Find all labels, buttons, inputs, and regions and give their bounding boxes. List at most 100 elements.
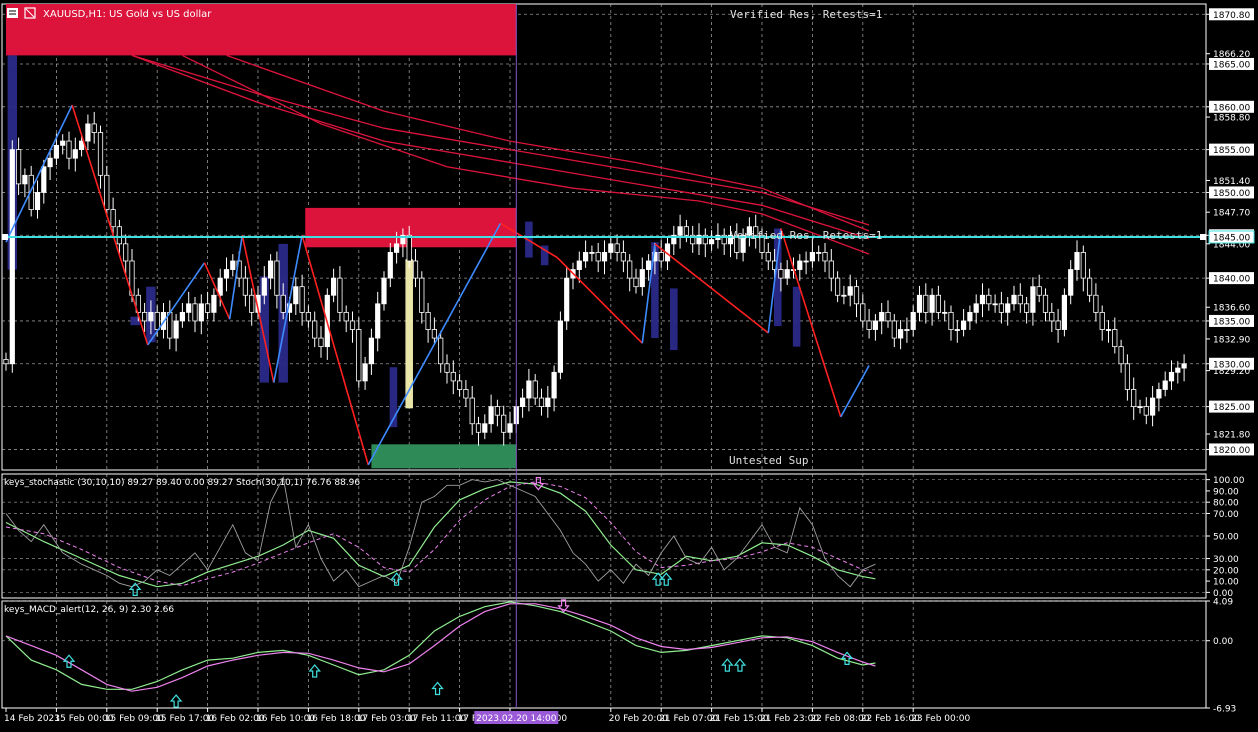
candle-body[interactable] <box>1168 371 1175 382</box>
candle-body[interactable] <box>475 423 482 433</box>
candle-body[interactable] <box>942 311 948 314</box>
candle-body[interactable] <box>179 311 185 322</box>
candle-body[interactable] <box>1017 294 1023 305</box>
candle-body[interactable] <box>973 303 979 313</box>
candle-body[interactable] <box>312 320 318 339</box>
candle-body[interactable] <box>349 320 356 330</box>
candle-body[interactable] <box>469 397 475 425</box>
candle-body[interactable] <box>1156 389 1162 399</box>
candle-body[interactable] <box>683 226 690 236</box>
candle-body[interactable] <box>1124 363 1130 390</box>
candle-body[interactable] <box>494 406 501 416</box>
candle-body[interactable] <box>627 260 633 279</box>
candle-body[interactable] <box>141 311 148 322</box>
candle-body[interactable] <box>280 294 286 313</box>
candle-body[interactable] <box>923 294 929 313</box>
candle-body[interactable] <box>242 277 248 296</box>
candle-body[interactable] <box>425 311 431 330</box>
candle-body[interactable] <box>419 277 425 313</box>
candle-body[interactable] <box>520 397 526 408</box>
candle-body[interactable] <box>778 269 784 279</box>
candle-body[interactable] <box>620 252 627 262</box>
candle-body[interactable] <box>368 337 375 365</box>
candle-body[interactable] <box>545 397 551 408</box>
candle-body[interactable] <box>356 329 362 382</box>
candle-body[interactable] <box>299 286 305 313</box>
candle-body[interactable] <box>866 320 872 330</box>
candle-body[interactable] <box>1105 329 1112 331</box>
candle-body[interactable] <box>104 174 110 210</box>
candle-body[interactable] <box>22 174 28 185</box>
candle-body[interactable] <box>116 226 122 245</box>
candle-body[interactable] <box>898 329 904 339</box>
trading-chart[interactable]: 1870.801866.201865.001860.001858.801855.… <box>0 0 1258 728</box>
candle-body[interactable] <box>186 303 192 313</box>
candle-body[interactable] <box>362 363 368 382</box>
candle-body[interactable] <box>1036 286 1042 296</box>
candle-body[interactable] <box>173 320 179 339</box>
chart-menu-icon[interactable] <box>7 8 18 18</box>
candle-body[interactable] <box>532 380 538 399</box>
candle-body[interactable] <box>1181 363 1187 369</box>
candle-body[interactable] <box>872 320 879 330</box>
candle-body[interactable] <box>835 277 841 296</box>
candle-body[interactable] <box>482 423 488 433</box>
candle-body[interactable] <box>223 269 230 279</box>
candle-body[interactable] <box>154 311 160 330</box>
candle-body[interactable] <box>330 277 337 296</box>
candle-body[interactable] <box>198 303 204 322</box>
candle-body[interactable] <box>97 132 104 176</box>
candle-body[interactable] <box>431 329 438 339</box>
candle-body[interactable] <box>1030 286 1036 313</box>
candle-body[interactable] <box>860 303 866 322</box>
candle-body[interactable] <box>986 294 992 305</box>
candle-body[interactable] <box>1099 311 1105 330</box>
candle-body[interactable] <box>463 389 469 399</box>
level-handle-left[interactable] <box>2 234 8 240</box>
candle-body[interactable] <box>538 397 545 408</box>
candle-body[interactable] <box>343 311 349 322</box>
candle-body[interactable] <box>646 260 652 270</box>
candle-body[interactable] <box>456 380 463 390</box>
candle-body[interactable] <box>954 329 960 331</box>
candle-body[interactable] <box>853 286 860 305</box>
candle-body[interactable] <box>444 363 450 373</box>
candle-body[interactable] <box>803 260 809 263</box>
candle-body[interactable] <box>1042 294 1049 313</box>
candle-body[interactable] <box>1150 397 1156 416</box>
candle-body[interactable] <box>765 252 771 262</box>
candle-body[interactable] <box>305 311 312 322</box>
candle-body[interactable] <box>274 260 280 296</box>
candle-body[interactable] <box>15 149 22 185</box>
candle-body[interactable] <box>66 140 72 159</box>
chart-window[interactable]: 1870.80 1866.20 1865.00 1860.00 1858.80 1855.… <box>0 0 1258 728</box>
candle-body[interactable] <box>564 277 570 322</box>
candle-body[interactable] <box>583 252 589 262</box>
candle-body[interactable] <box>998 303 1005 313</box>
candle-body[interactable] <box>608 243 614 253</box>
candle-body[interactable] <box>967 311 973 322</box>
candle-body[interactable] <box>992 303 998 306</box>
candle-body[interactable] <box>381 277 387 305</box>
candle-body[interactable] <box>501 414 507 433</box>
candle-body[interactable] <box>393 243 400 253</box>
candle-body[interactable] <box>1143 406 1149 416</box>
candle-body[interactable] <box>904 329 910 331</box>
candle-body[interactable] <box>1131 389 1137 408</box>
candle-body[interactable] <box>1093 294 1099 313</box>
candle-body[interactable] <box>192 303 198 322</box>
level-handle-right[interactable] <box>1200 234 1206 240</box>
candle-body[interactable] <box>375 303 381 339</box>
candle-body[interactable] <box>91 123 97 133</box>
candle-body[interactable] <box>633 277 639 288</box>
candle-body[interactable] <box>979 294 986 305</box>
candle-body[interactable] <box>148 311 154 322</box>
candle-body[interactable] <box>677 226 683 236</box>
candle-body[interactable] <box>3 359 9 365</box>
candle-body[interactable] <box>412 260 419 279</box>
candle-body[interactable] <box>614 243 620 253</box>
candle-body[interactable] <box>601 252 608 262</box>
candle-body[interactable] <box>1162 380 1168 390</box>
candle-body[interactable] <box>261 277 267 296</box>
candle-body[interactable] <box>639 269 645 288</box>
